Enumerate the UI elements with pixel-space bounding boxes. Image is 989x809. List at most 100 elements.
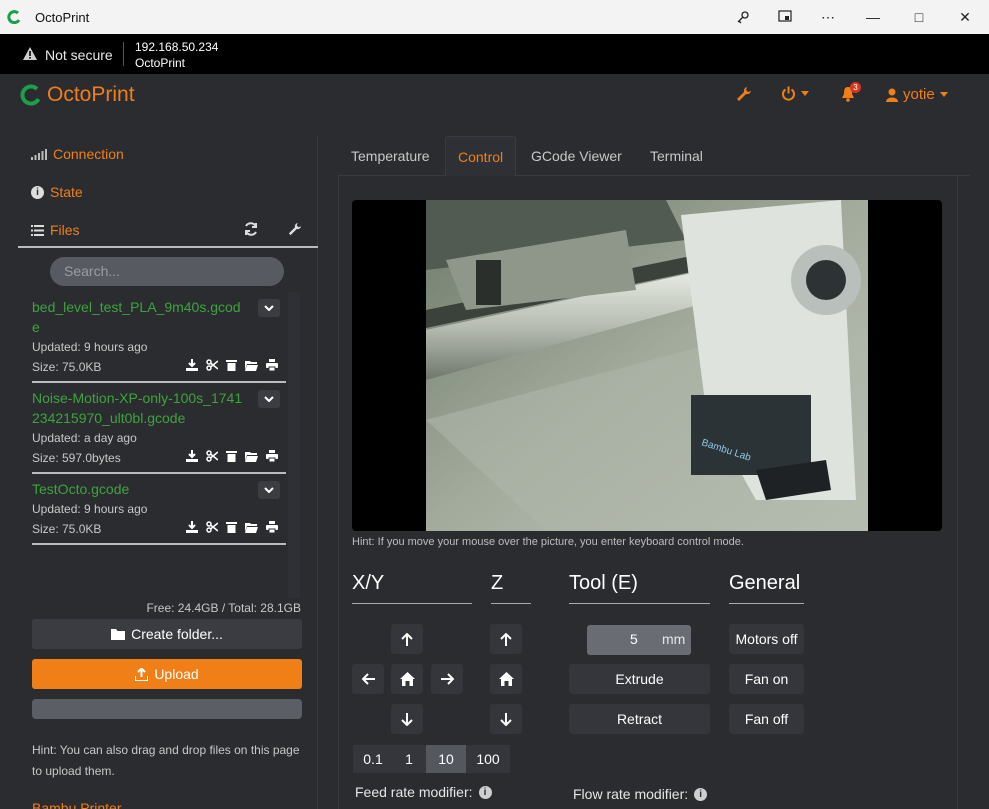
extrude-amount-input[interactable]: 5 mm (587, 625, 691, 655)
jog-x-plus-button[interactable] (431, 664, 463, 694)
minimize-icon[interactable]: — (853, 4, 893, 30)
connection-header[interactable]: Connection (31, 146, 124, 162)
step-1-button[interactable]: 1 (392, 745, 426, 773)
jog-x-minus-button[interactable] (352, 664, 384, 694)
upload-button[interactable]: Upload (32, 659, 302, 689)
tab-temperature[interactable]: Temperature (339, 136, 442, 176)
retract-button[interactable]: Retract (569, 704, 710, 734)
trash-icon[interactable] (226, 449, 237, 465)
home-xy-button[interactable] (391, 664, 423, 694)
state-header[interactable]: i State (31, 184, 83, 200)
upload-progress-bar (32, 699, 302, 719)
files-header[interactable]: Files (31, 222, 80, 238)
more-icon[interactable]: ⋯ (808, 4, 848, 30)
folder-open-icon[interactable] (245, 449, 258, 465)
extrude-button[interactable]: Extrude (569, 664, 710, 694)
motors-off-button[interactable]: Motors off (729, 624, 804, 654)
upload-icon (135, 667, 149, 681)
arrow-up-icon (500, 632, 512, 646)
folder-open-icon[interactable] (245, 358, 258, 374)
print-icon[interactable] (266, 358, 278, 374)
bambu-printer-header[interactable]: Bambu Printer (32, 800, 121, 809)
key-icon[interactable] (723, 4, 763, 30)
arrow-up-icon (401, 632, 413, 646)
cast-icon[interactable] (765, 4, 805, 30)
address-bar[interactable]: Not secure 192.168.50.234 OctoPrint (0, 34, 989, 74)
chevron-down-icon[interactable] (258, 299, 280, 317)
file-actions (186, 449, 278, 465)
file-name[interactable]: TestOcto.gcode (32, 474, 244, 499)
cut-icon[interactable] (206, 520, 219, 536)
security-status[interactable]: Not secure (45, 47, 113, 63)
file-name[interactable]: bed_level_test_PLA_9m40s.gcode (32, 292, 244, 337)
brand[interactable]: OctoPrint (20, 83, 135, 107)
jog-z-plus-button[interactable] (490, 624, 522, 654)
files-label: Files (50, 222, 80, 238)
jog-y-plus-button[interactable] (391, 624, 423, 654)
general-header: General (729, 572, 804, 604)
refresh-icon[interactable] (244, 222, 258, 236)
cut-icon[interactable] (206, 358, 219, 374)
page-title: OctoPrint (135, 56, 186, 70)
fan-on-button[interactable]: Fan on (729, 664, 804, 694)
system-menu-button[interactable] (781, 86, 809, 101)
download-icon[interactable] (186, 449, 198, 465)
file-item[interactable]: Noise-Motion-XP-only-100s_1741234215970_… (32, 383, 286, 474)
url-host[interactable]: 192.168.50.234 (135, 40, 218, 54)
file-name[interactable]: Noise-Motion-XP-only-100s_1741234215970_… (32, 383, 244, 428)
arrow-left-icon (361, 673, 375, 685)
folder-open-icon[interactable] (245, 520, 258, 536)
webcam-hint: Hint: If you move your mouse over the pi… (352, 536, 744, 548)
search-input[interactable]: Search... (50, 257, 284, 286)
tab-terminal[interactable]: Terminal (638, 136, 715, 176)
print-icon[interactable] (266, 449, 278, 465)
download-icon[interactable] (186, 520, 198, 536)
create-folder-button[interactable]: Create folder... (32, 619, 302, 649)
chevron-down-icon[interactable] (258, 481, 280, 499)
file-item[interactable]: bed_level_test_PLA_9m40s.gcode Updated: … (32, 292, 286, 383)
file-item[interactable]: TestOcto.gcode Updated: 9 hours ago Size… (32, 474, 286, 545)
user-menu-button[interactable]: yotie (886, 86, 948, 103)
connection-label: Connection (53, 146, 124, 162)
tab-control[interactable]: Control (445, 136, 517, 176)
step-0-1-button[interactable]: 0.1 (353, 745, 393, 773)
xy-header: X/Y (352, 572, 472, 604)
sidebar: Connection i State Files Search... bed_l… (18, 136, 318, 809)
file-list: bed_level_test_PLA_9m40s.gcode Updated: … (32, 292, 286, 545)
fan-off-button[interactable]: Fan off (729, 704, 804, 734)
print-icon[interactable] (266, 520, 278, 536)
power-icon (782, 86, 795, 101)
folder-icon (111, 628, 126, 640)
notifications-button[interactable]: 3 (841, 82, 861, 102)
home-icon (399, 672, 415, 686)
wrench-icon[interactable] (288, 222, 302, 236)
divider (18, 246, 318, 248)
cut-icon[interactable] (206, 449, 219, 465)
chevron-down-icon (801, 91, 809, 96)
feed-rate-modifier: Feed rate modifier: i (355, 784, 492, 800)
webcam-stream[interactable]: Bambu Lab (352, 200, 942, 531)
octoprint-app-icon (7, 10, 21, 24)
state-label: State (50, 184, 83, 200)
info-icon[interactable]: i (478, 785, 492, 799)
file-updated: Updated: 9 hours ago (32, 340, 148, 354)
file-list-scrollbar[interactable] (288, 292, 300, 598)
feed-rate-label: Feed rate modifier: (355, 784, 473, 800)
close-icon[interactable]: ✕ (945, 4, 985, 30)
home-icon (498, 672, 514, 686)
step-100-button[interactable]: 100 (466, 745, 510, 773)
window-title: OctoPrint (35, 10, 90, 25)
tab-gcode-viewer[interactable]: GCode Viewer (519, 136, 634, 176)
step-10-button[interactable]: 10 (426, 745, 466, 773)
home-z-button[interactable] (490, 664, 522, 694)
chevron-down-icon[interactable] (258, 390, 280, 408)
maximize-icon[interactable]: □ (899, 4, 939, 30)
trash-icon[interactable] (226, 520, 237, 536)
info-icon[interactable]: i (694, 787, 708, 801)
download-icon[interactable] (186, 358, 198, 374)
jog-z-minus-button[interactable] (490, 704, 522, 734)
trash-icon[interactable] (226, 358, 237, 374)
settings-button[interactable] (736, 86, 752, 102)
jog-y-minus-button[interactable] (391, 704, 423, 734)
file-updated: Updated: 9 hours ago (32, 502, 148, 516)
